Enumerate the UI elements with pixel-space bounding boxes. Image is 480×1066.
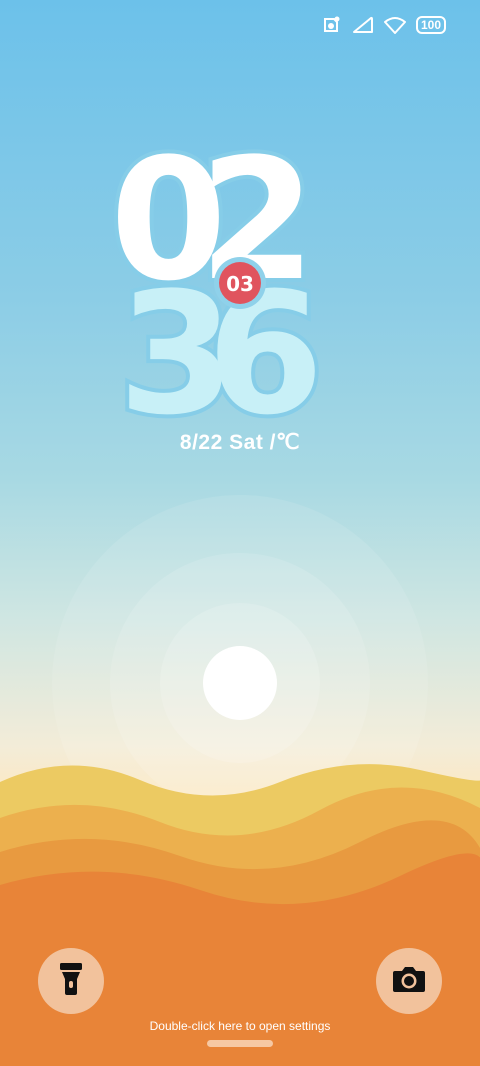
flashlight-icon bbox=[58, 962, 84, 1001]
camera-button[interactable] bbox=[376, 948, 442, 1014]
settings-hint[interactable]: Double-click here to open settings bbox=[0, 1019, 480, 1033]
flashlight-button[interactable] bbox=[38, 948, 104, 1014]
home-indicator[interactable] bbox=[207, 1040, 273, 1047]
camera-icon bbox=[392, 965, 426, 998]
sun-circle bbox=[203, 646, 277, 720]
